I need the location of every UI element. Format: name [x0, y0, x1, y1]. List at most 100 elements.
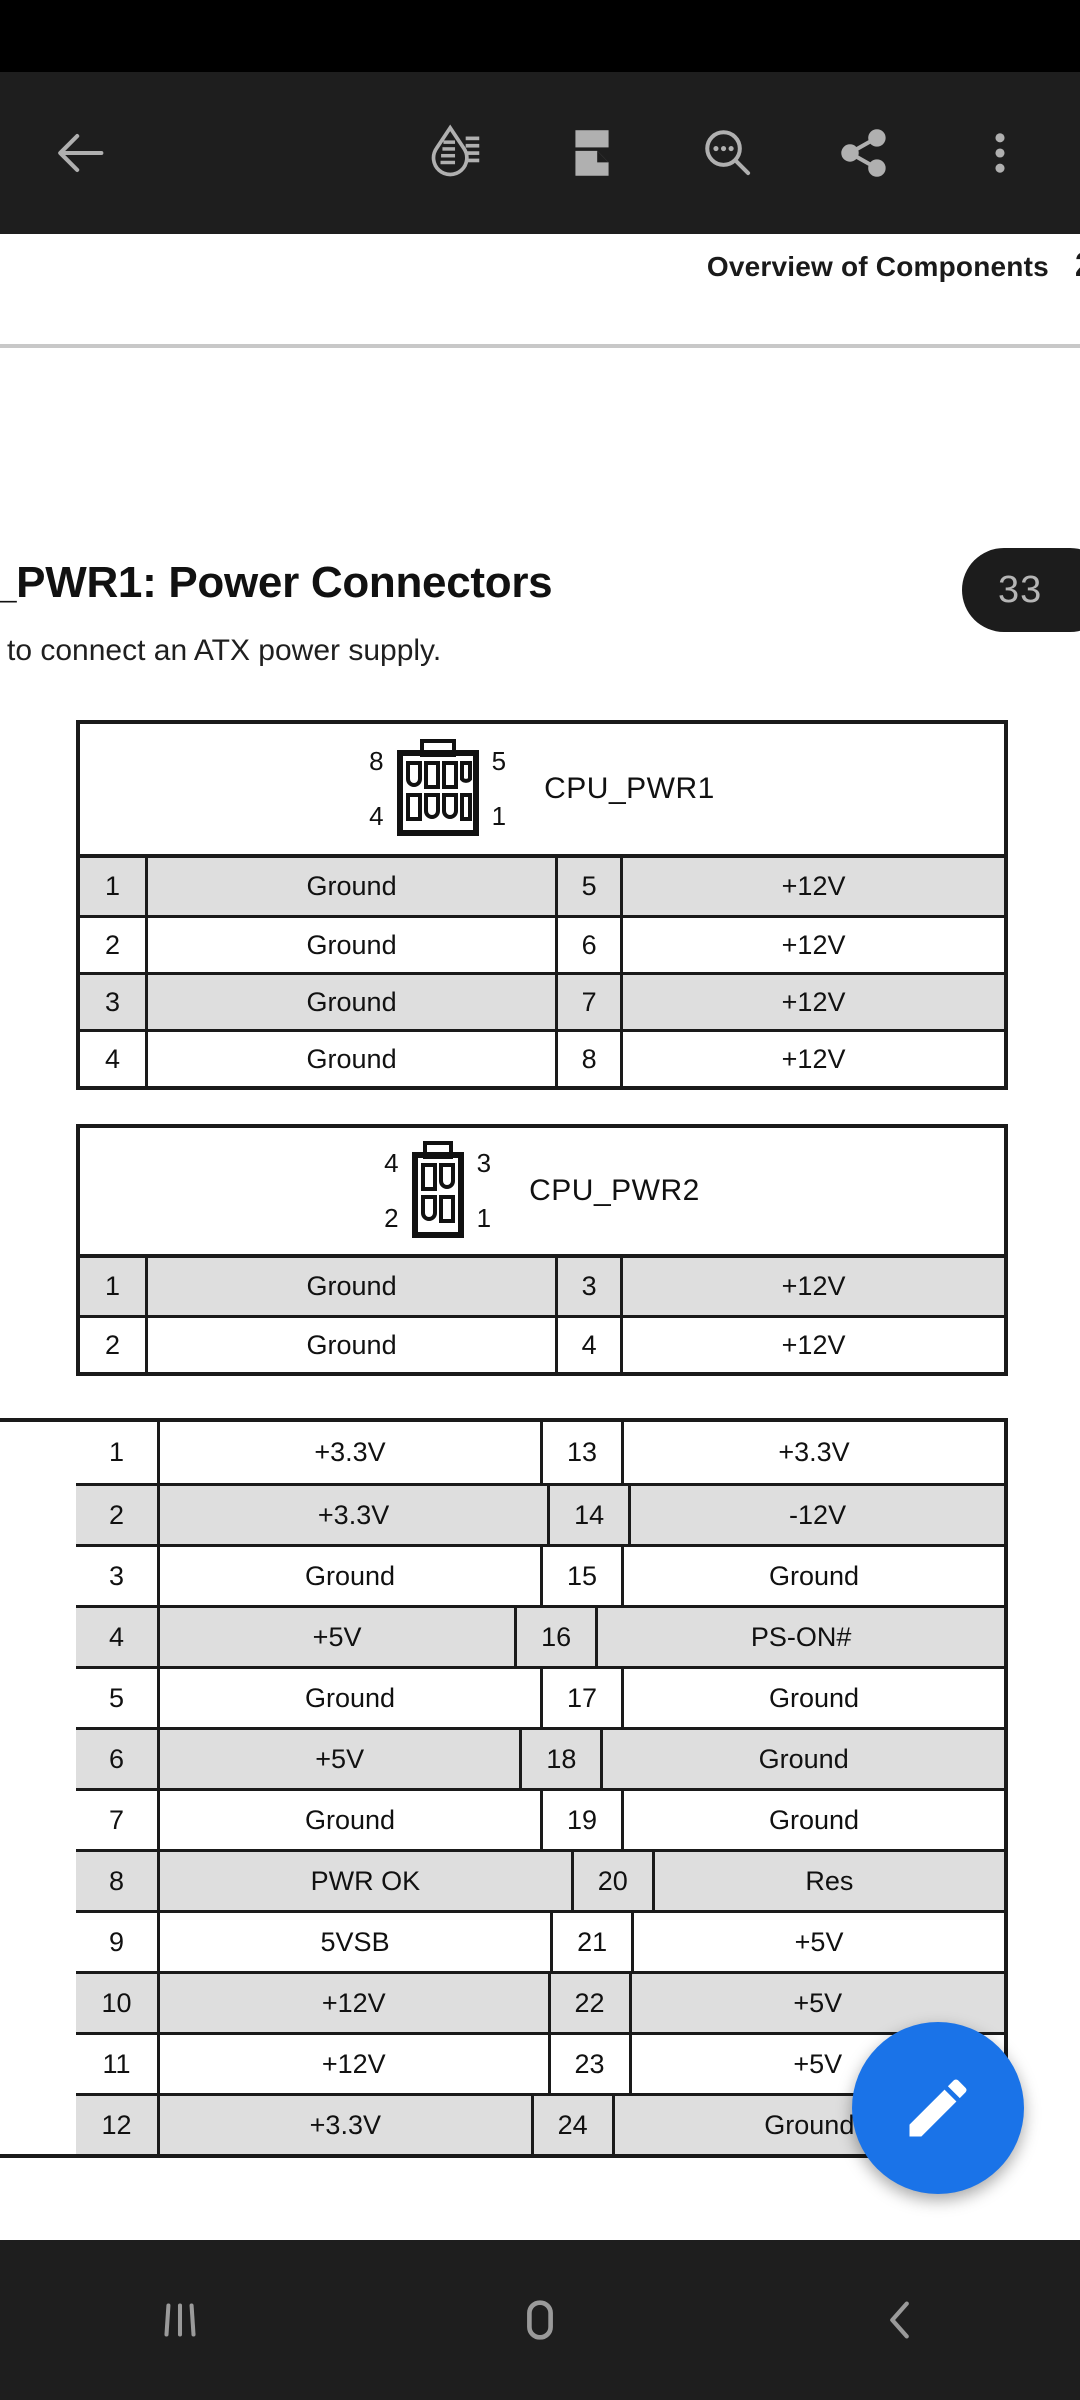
table-cell: PS-ON# — [750, 1621, 852, 1652]
table-cell: Ground — [304, 1682, 396, 1713]
table-cell: 23 — [547, 2035, 632, 2093]
table-cell: Ground — [768, 1682, 860, 1713]
view-mode-button[interactable] — [540, 101, 644, 205]
table-cell: +3.3V — [314, 1437, 386, 1467]
table-cell: Ground — [768, 1804, 860, 1835]
section-title: _PWR1: Power Connectors — [0, 558, 553, 607]
table-cell: Ground — [306, 871, 397, 901]
table-cell: -12V — [789, 1499, 847, 1530]
table-cell: 10 — [76, 1974, 160, 2032]
page-number-badge: 33 — [962, 548, 1080, 632]
table-cell: Ground — [304, 1560, 396, 1591]
connector-diagram-8pin: 8 4 5 1 — [369, 739, 506, 839]
connector-shape-8pin — [394, 739, 482, 839]
pin-label: 5 — [491, 746, 507, 776]
connector-diagram-4pin: 4 2 3 1 — [384, 1141, 491, 1241]
more-options-button[interactable] — [948, 101, 1052, 205]
nav-back-button[interactable] — [800, 2240, 1000, 2400]
table-cell: +12V — [781, 1271, 846, 1301]
table-cell: 24 — [530, 2096, 615, 2154]
table-cell: 2 — [80, 918, 148, 972]
table-cell: 1 — [76, 1422, 160, 1483]
edit-fab-button[interactable] — [852, 2022, 1024, 2194]
table-row: 7 Ground 19 Ground — [76, 1788, 1004, 1849]
pin-labels-right: 3 1 — [477, 1148, 491, 1234]
page-number-value: 33 — [998, 568, 1043, 611]
table-cell: +12V — [321, 1987, 386, 2018]
table-row: 10 +12V 22 +5V — [76, 1971, 1004, 2032]
pin-label: 1 — [491, 801, 507, 831]
table-cell: +12V — [781, 1043, 846, 1074]
table-cell: PWR OK — [310, 1865, 421, 1896]
table-cell: 4 — [76, 1608, 160, 1666]
table-cell: +12V — [781, 986, 846, 1017]
table-cell: +12V — [781, 1329, 846, 1360]
pin-label: 8 — [369, 746, 384, 776]
table-row: 1 Ground 3 +12V — [80, 1258, 1004, 1315]
app-toolbar — [0, 72, 1080, 234]
table-cell: +12V — [321, 2048, 386, 2079]
running-header-page-number: 2 — [1075, 246, 1080, 284]
table-cell: Ground — [306, 1043, 397, 1074]
connector-name: CPU_PWR2 — [529, 1174, 700, 1207]
table-row: 8 PWR OK 20 Res — [76, 1849, 1004, 1910]
document-page[interactable]: Overview of Components 2 _PWR1: Power Con… — [0, 234, 1080, 2240]
table-cell: 12 — [76, 2096, 160, 2154]
table-cell: Res — [805, 1865, 854, 1896]
home-icon — [513, 2293, 567, 2347]
connector-header-cpu-pwr1: 8 4 5 1 CPU_PWR1 — [80, 724, 1004, 858]
table-cell: +12V — [781, 871, 846, 901]
table-cell: 15 — [540, 1547, 624, 1605]
pin-labels-left: 8 4 — [369, 746, 383, 832]
table-cell: 17 — [540, 1669, 624, 1727]
table-cell: 1 — [80, 1258, 148, 1315]
recents-button[interactable] — [80, 2240, 280, 2400]
table-cell: Ground — [306, 1329, 397, 1360]
brightness-droplet-icon — [425, 122, 487, 184]
arrow-left-icon — [53, 124, 111, 182]
recents-icon — [153, 2293, 207, 2347]
back-button[interactable] — [30, 101, 134, 205]
share-icon — [836, 125, 892, 181]
table-cell: 4 — [80, 1032, 148, 1086]
table-row: 1 Ground 5 +12V — [80, 858, 1004, 915]
table-cell: 11 — [76, 2035, 160, 2093]
table-cell: 22 — [547, 1974, 632, 2032]
table-cell: 8 — [555, 1032, 624, 1086]
table-cell: 14 — [547, 1486, 632, 1544]
pin-rows: 1 Ground 5 +12V 2 Ground 6 +12V 3 Ground 7 +12V 4 Gro… — [80, 858, 1004, 1086]
table-cell: Ground — [758, 1743, 849, 1774]
page-layout-icon — [563, 124, 621, 182]
table-cell: Ground — [304, 1804, 396, 1835]
table-row: 5 Ground 17 Ground — [76, 1666, 1004, 1727]
share-button[interactable] — [812, 101, 916, 205]
table-cpu-pwr2: 4 2 3 1 CPU_PWR2 1 Ground 3 +12V 2 Groun… — [76, 1124, 1008, 1376]
table-cell: 2 — [80, 1318, 148, 1372]
table-row: 4 Ground 8 +12V — [80, 1029, 1004, 1086]
table-cell: 5 — [555, 858, 624, 915]
home-button[interactable] — [440, 2240, 640, 2400]
table-cell: Ground — [768, 1560, 860, 1591]
pin-label: 1 — [476, 1203, 492, 1233]
table-cell: +5V — [794, 1926, 844, 1957]
connector-shape-4pin — [409, 1141, 467, 1241]
table-cell: +3.3V — [317, 1499, 390, 1530]
table-cell: +5V — [315, 1743, 365, 1774]
pin-label: 4 — [369, 801, 384, 831]
search-icon — [699, 124, 757, 182]
table-cell: 20 — [570, 1852, 655, 1910]
pin-label: 2 — [384, 1203, 399, 1233]
table-row: 2 +3.3V 14 -12V — [76, 1483, 1004, 1544]
pencil-edit-icon — [900, 2070, 976, 2146]
running-header: Overview of Components 2 — [0, 246, 1080, 285]
nav-back-icon — [873, 2293, 927, 2347]
search-button[interactable] — [676, 101, 780, 205]
overflow-menu-icon — [974, 127, 1026, 179]
brightness-button[interactable] — [404, 101, 508, 205]
table-cell: 19 — [540, 1791, 624, 1849]
table-row: 3 Ground 15 Ground — [76, 1544, 1004, 1605]
table-cell: Ground — [306, 1271, 397, 1301]
table-row: 2 Ground 6 +12V — [80, 915, 1004, 972]
table-cell: Ground — [306, 929, 397, 960]
table-cell: 9 — [76, 1913, 160, 1971]
